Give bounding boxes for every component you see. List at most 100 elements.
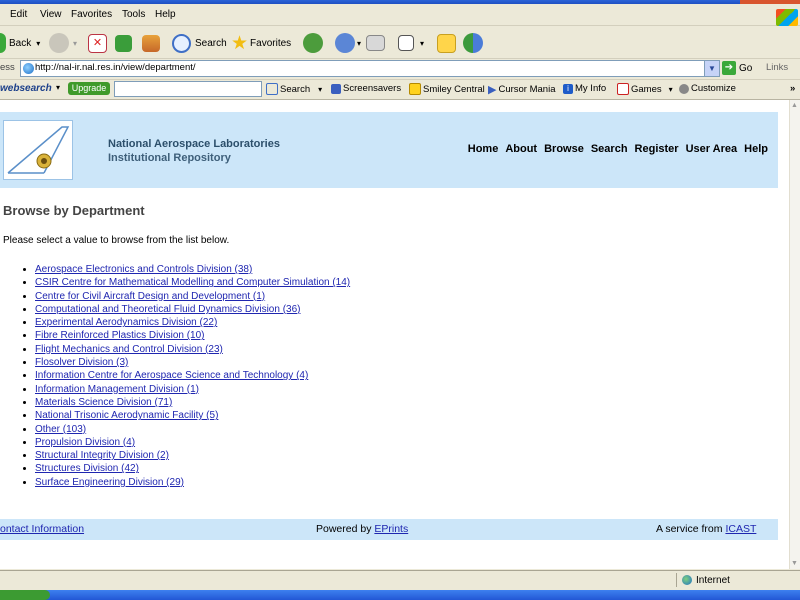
address-input[interactable]: http://nal-ir.nal.res.in/view/department… <box>20 60 720 77</box>
department-link[interactable]: Propulsion Division (4) <box>35 437 135 448</box>
department-link[interactable]: Flosolver Division (3) <box>35 357 128 368</box>
customize-label: Customize <box>691 83 736 94</box>
search-icon <box>172 33 191 53</box>
department-link[interactable]: Flight Mechanics and Control Division (2… <box>35 344 223 355</box>
list-item: Experimental Aerodynamics Division (22) <box>35 316 350 329</box>
list-item: Information Centre for Aerospace Science… <box>35 369 350 382</box>
nav-home[interactable]: Home <box>468 143 499 155</box>
refresh-button[interactable] <box>115 33 132 53</box>
page-viewport: National Aerospace Laboratories Institut… <box>0 100 789 569</box>
stop-button[interactable]: ✕ <box>88 33 107 53</box>
websearch-input[interactable] <box>114 81 262 97</box>
smiley-central-label: Smiley Central <box>423 83 485 95</box>
smiley-central-button[interactable]: Smiley Central <box>409 83 485 95</box>
websearch-brand[interactable]: websearch <box>0 83 52 94</box>
address-label: ess <box>0 62 15 73</box>
nav-register[interactable]: Register <box>635 143 679 155</box>
nav-help[interactable]: Help <box>744 143 768 155</box>
department-link[interactable]: Structures Division (42) <box>35 463 139 474</box>
department-link[interactable]: Information Centre for Aerospace Science… <box>35 370 308 381</box>
history-icon <box>303 33 323 53</box>
smiley-icon <box>409 83 421 95</box>
nav-about[interactable]: About <box>505 143 537 155</box>
search-label: Search <box>195 37 227 49</box>
list-item: Other (103) <box>35 423 350 436</box>
list-item: Propulsion Division (4) <box>35 436 350 449</box>
games-button[interactable]: Games ▾ <box>617 83 673 95</box>
printer-icon <box>366 35 385 51</box>
powered-by-label: Powered by <box>316 523 375 535</box>
menu-bar: Edit View Favorites Tools Help <box>0 4 800 26</box>
nal-logo[interactable] <box>3 120 73 180</box>
menu-edit[interactable]: Edit <box>10 9 27 20</box>
links-button[interactable]: Links <box>766 62 788 73</box>
toolbar: Back ▾ ▾ ✕ Search ★ Favorites ▾ ▾ <box>0 26 800 59</box>
monitor-icon <box>331 83 341 94</box>
discuss-button[interactable] <box>437 33 456 53</box>
back-button[interactable]: Back ▾ <box>0 33 40 53</box>
menu-tools[interactable]: Tools <box>122 9 145 20</box>
scroll-up-icon[interactable]: ▲ <box>791 102 798 109</box>
windows-logo-icon <box>776 9 798 26</box>
nav-browse[interactable]: Browse <box>544 143 584 155</box>
folder-icon <box>437 33 456 53</box>
home-button[interactable] <box>142 33 160 53</box>
nav-user-area[interactable]: User Area <box>686 143 738 155</box>
back-label: Back <box>9 37 32 49</box>
mail-button[interactable]: ▾ <box>335 33 361 53</box>
edit-button[interactable]: ▾ <box>398 33 424 53</box>
go-button[interactable]: ➔ Go <box>722 60 758 76</box>
department-link[interactable]: Information Management Division (1) <box>35 384 199 395</box>
history-button[interactable] <box>303 33 323 53</box>
messenger-button[interactable] <box>463 33 483 53</box>
status-bar: Internet <box>0 570 800 590</box>
department-link[interactable]: Centre for Civil Aircraft Design and Dev… <box>35 291 265 302</box>
menu-help[interactable]: Help <box>155 9 176 20</box>
chevron-down-icon: ▾ <box>318 84 323 94</box>
favorites-button[interactable]: ★ Favorites <box>231 32 291 54</box>
more-chevron-icon[interactable]: » <box>790 83 795 94</box>
site-footer: ontact Information Powered by EPrints A … <box>0 519 778 540</box>
forward-button[interactable]: ▾ <box>49 33 77 53</box>
star-icon: ★ <box>231 32 249 54</box>
upgrade-button[interactable]: Upgrade <box>68 82 110 95</box>
site-nav: Home About Browse Search Register User A… <box>468 143 768 155</box>
icast-link[interactable]: ICAST <box>725 523 756 535</box>
menu-view[interactable]: View <box>40 9 62 20</box>
cursor-mania-button[interactable]: ▶ Cursor Mania <box>488 83 556 96</box>
menu-favorites[interactable]: Favorites <box>71 9 112 20</box>
nav-search[interactable]: Search <box>591 143 628 155</box>
scroll-down-icon[interactable]: ▼ <box>791 560 798 567</box>
department-link[interactable]: Materials Science Division (71) <box>35 397 172 408</box>
print-button[interactable] <box>366 33 385 53</box>
contact-information-link[interactable]: ontact Information <box>0 523 84 535</box>
list-item: Flight Mechanics and Control Division (2… <box>35 343 350 356</box>
games-icon <box>617 83 629 95</box>
websearch-button[interactable]: Search ▾ <box>266 83 322 95</box>
department-link[interactable]: Surface Engineering Division (29) <box>35 477 184 488</box>
list-item: Structural Integrity Division (2) <box>35 449 350 462</box>
service-from: A service from ICAST <box>656 523 756 535</box>
vertical-scrollbar[interactable]: ▲ ▼ <box>789 100 800 569</box>
department-link[interactable]: Fibre Reinforced Plastics Division (10) <box>35 330 205 341</box>
websearch-label: Search <box>280 83 311 95</box>
list-item: Aerospace Electronics and Controls Divis… <box>35 263 350 276</box>
chevron-down-icon[interactable]: ▼ <box>704 61 719 76</box>
department-link[interactable]: Aerospace Electronics and Controls Divis… <box>35 264 252 275</box>
start-button[interactable] <box>0 590 50 600</box>
my-info-button[interactable]: i My Info <box>563 83 606 94</box>
eprints-link[interactable]: EPrints <box>374 523 408 535</box>
list-item: Computational and Theoretical Fluid Dyna… <box>35 303 350 316</box>
department-link[interactable]: Computational and Theoretical Fluid Dyna… <box>35 304 301 315</box>
department-list: Aerospace Electronics and Controls Divis… <box>20 263 350 489</box>
customize-button[interactable]: Customize <box>679 83 736 94</box>
search-button[interactable]: Search <box>172 33 227 53</box>
chevron-down-icon[interactable]: ▾ <box>56 83 60 92</box>
department-link[interactable]: CSIR Centre for Mathematical Modelling a… <box>35 277 350 288</box>
department-link[interactable]: Other (103) <box>35 424 86 435</box>
department-link[interactable]: National Trisonic Aerodynamic Facility (… <box>35 410 218 421</box>
department-link[interactable]: Structural Integrity Division (2) <box>35 450 169 461</box>
site-header: National Aerospace Laboratories Institut… <box>0 112 778 188</box>
screensavers-button[interactable]: Screensavers <box>331 83 401 94</box>
department-link[interactable]: Experimental Aerodynamics Division (22) <box>35 317 217 328</box>
